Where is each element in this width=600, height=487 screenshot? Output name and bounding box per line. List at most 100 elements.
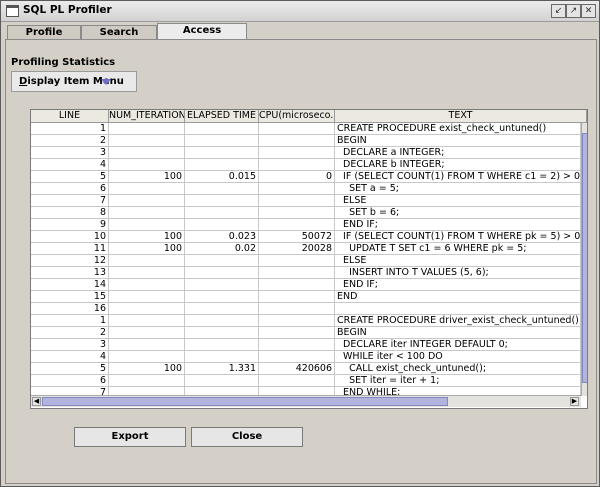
table-row[interactable]: 13 INSERT INTO T VALUES (5, 6); xyxy=(31,267,581,279)
cell-elapsed-time xyxy=(185,135,259,147)
cell-text xyxy=(335,303,581,315)
cell-cpu xyxy=(259,291,335,303)
tab-access-report[interactable]: Access Report36 xyxy=(157,23,247,50)
table-row[interactable]: 5 100 0.015 0 IF (SELECT COUNT(1) FROM T WH… xyxy=(31,171,581,183)
cell-text: ELSE xyxy=(335,195,581,207)
cell-cpu xyxy=(259,315,335,327)
column-header-elapsed-time[interactable]: ELAPSED TIME xyxy=(185,110,259,123)
cell-elapsed-time xyxy=(185,255,259,267)
cell-num-iteration xyxy=(109,327,185,339)
cell-text: WHILE iter < 100 DO xyxy=(335,351,581,363)
table-row[interactable]: 16 xyxy=(31,303,581,315)
cell-line: 5 xyxy=(31,363,109,375)
cell-line: 16 xyxy=(31,303,109,315)
column-header-text[interactable]: TEXT xyxy=(335,110,587,123)
close-button[interactable]: Close xyxy=(191,427,303,447)
tab-search-report[interactable]: Search Report xyxy=(81,25,157,52)
table-row[interactable]: 7 ELSE xyxy=(31,195,581,207)
cell-num-iteration xyxy=(109,195,185,207)
cell-elapsed-time: 0.02 xyxy=(185,243,259,255)
cell-line: 10 xyxy=(31,231,109,243)
cell-text: INSERT INTO T VALUES (5, 6); xyxy=(335,267,581,279)
cell-elapsed-time xyxy=(185,123,259,135)
cell-text: BEGIN xyxy=(335,135,581,147)
table-row[interactable]: 1 CREATE PROCEDURE driver_exist_check_unt… xyxy=(31,315,581,327)
cell-num-iteration xyxy=(109,219,185,231)
cell-cpu xyxy=(259,183,335,195)
display-item-menu-button[interactable]: Display Item Menu xyxy=(11,71,137,92)
table-row[interactable]: 3 DECLARE iter INTEGER DEFAULT 0; xyxy=(31,339,581,351)
cell-text: DECLARE a INTEGER; xyxy=(335,147,581,159)
table-row[interactable]: 2 BEGIN xyxy=(31,135,581,147)
iconify-icon[interactable]: ↙ xyxy=(551,4,566,18)
dropdown-arrow-icon xyxy=(101,79,111,85)
cell-cpu: 0 xyxy=(259,171,335,183)
table-row[interactable]: 5 100 1.331 420606 CALL exist_check_untuned… xyxy=(31,363,581,375)
scroll-left-icon[interactable]: ◀ xyxy=(32,397,41,406)
cell-elapsed-time xyxy=(185,339,259,351)
cell-line: 6 xyxy=(31,375,109,387)
cell-text: CALL exist_check_untuned(); xyxy=(335,363,581,375)
cell-cpu xyxy=(259,159,335,171)
cell-cpu xyxy=(259,195,335,207)
window-icon xyxy=(6,5,19,17)
table-row[interactable]: 4 WHILE iter < 100 DO xyxy=(31,351,581,363)
cell-text: SET a = 5; xyxy=(335,183,581,195)
cell-num-iteration: 100 xyxy=(109,243,185,255)
table-row[interactable]: 4 DECLARE b INTEGER; xyxy=(31,159,581,171)
cell-line: 4 xyxy=(31,159,109,171)
table-row[interactable]: 1 CREATE PROCEDURE exist_check_untuned() xyxy=(31,123,581,135)
cell-elapsed-time xyxy=(185,327,259,339)
table-row[interactable]: 6 SET a = 5; xyxy=(31,183,581,195)
report-panel: Profiling Statistics Display Item Menu L… xyxy=(5,39,597,484)
section-title: Profiling Statistics xyxy=(11,57,116,68)
title-bar[interactable]: SQL PL Profiler ↙ ↗ ✕ xyxy=(1,1,599,22)
cell-num-iteration: 100 xyxy=(109,171,185,183)
cell-elapsed-time: 0.015 xyxy=(185,171,259,183)
table-row[interactable]: 2 BEGIN xyxy=(31,327,581,339)
profiler-window: SQL PL Profiler ↙ ↗ ✕ Profile Setting Se… xyxy=(0,0,600,487)
horizontal-scrollbar[interactable]: ◀ ▶ xyxy=(31,395,581,407)
cell-cpu: 20028 xyxy=(259,243,335,255)
cell-text: IF (SELECT COUNT(1) FROM T WHERE c1 = 2)… xyxy=(335,171,581,183)
cell-num-iteration xyxy=(109,279,185,291)
cell-elapsed-time: 0.023 xyxy=(185,231,259,243)
column-header-num-iteration[interactable]: NUM_ITERATION xyxy=(109,110,185,123)
cell-cpu xyxy=(259,351,335,363)
export-button[interactable]: Export xyxy=(74,427,186,447)
cell-line: 5 xyxy=(31,171,109,183)
cell-num-iteration xyxy=(109,339,185,351)
column-header-cpu[interactable]: CPU(microseco... xyxy=(259,110,335,123)
table-row[interactable]: 10 100 0.023 50072 IF (SELECT COUNT(1) FROM… xyxy=(31,231,581,243)
table-header: LINE NUM_ITERATION ELAPSED TIME CPU(micr… xyxy=(31,110,587,123)
table-row[interactable]: 8 SET b = 6; xyxy=(31,207,581,219)
cell-num-iteration xyxy=(109,387,185,395)
vertical-scrollbar[interactable] xyxy=(581,123,587,396)
vertical-scroll-thumb[interactable] xyxy=(582,133,587,383)
table-row[interactable]: 7 END WHILE; xyxy=(31,387,581,395)
tab-profile-setting[interactable]: Profile Setting xyxy=(7,25,81,52)
cell-text: CREATE PROCEDURE exist_check_untuned() xyxy=(335,123,581,135)
table-row[interactable]: 11 100 0.02 20028 UPDATE T SET c1 = 6 WHERE… xyxy=(31,243,581,255)
cell-text: SET b = 6; xyxy=(335,207,581,219)
table-row[interactable]: 15 END xyxy=(31,291,581,303)
cell-line: 6 xyxy=(31,183,109,195)
scroll-right-icon[interactable]: ▶ xyxy=(570,397,579,406)
cell-num-iteration xyxy=(109,315,185,327)
maximize-icon[interactable]: ↗ xyxy=(566,4,581,18)
cell-text: BEGIN xyxy=(335,327,581,339)
table-row[interactable]: 12 ELSE xyxy=(31,255,581,267)
cell-elapsed-time xyxy=(185,183,259,195)
table-row[interactable]: 3 DECLARE a INTEGER; xyxy=(31,147,581,159)
horizontal-scroll-thumb[interactable] xyxy=(42,397,448,406)
cell-text: END IF; xyxy=(335,279,581,291)
cell-num-iteration xyxy=(109,255,185,267)
cell-text: DECLARE iter INTEGER DEFAULT 0; xyxy=(335,339,581,351)
cell-line: 3 xyxy=(31,147,109,159)
table-row[interactable]: 6 SET iter = iter + 1; xyxy=(31,375,581,387)
column-header-line[interactable]: LINE xyxy=(31,110,109,123)
table-row[interactable]: 9 END IF; xyxy=(31,219,581,231)
close-window-icon[interactable]: ✕ xyxy=(581,4,596,18)
cell-cpu xyxy=(259,279,335,291)
table-row[interactable]: 14 END IF; xyxy=(31,279,581,291)
